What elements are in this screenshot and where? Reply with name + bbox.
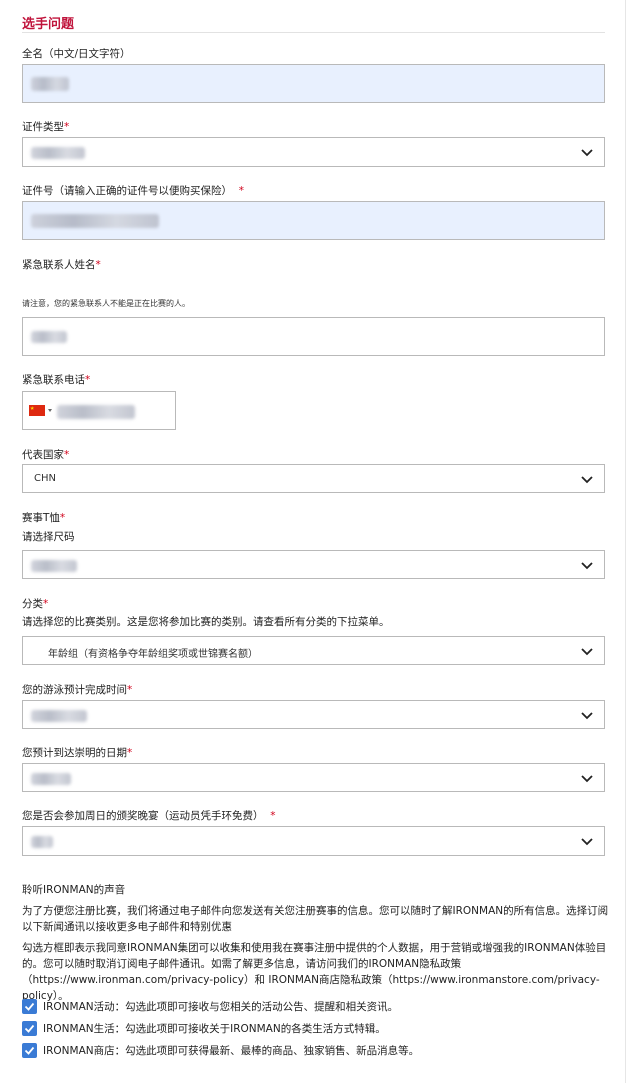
checkbox-checked[interactable] [22,999,37,1014]
newsletter-life-option[interactable]: IRONMAN生活：勾选此项即可接收关于IRONMAN的各类生活方式特辑。 [22,1019,612,1037]
arrival-date-select[interactable] [22,763,605,792]
checkbox-label: IRONMAN活动：勾选此项即可接收与您相关的活动公告、提醒和相关资讯。 [43,1001,399,1013]
category-value: 年龄组（有资格争夺年龄组奖项或世锦赛名额） [48,649,258,660]
checkmark-icon [24,1002,35,1011]
banquet-select[interactable] [22,826,605,856]
country-label: 代表国家* [22,449,70,461]
chevron-down-icon [581,476,593,484]
chevron-down-icon [581,712,593,720]
redacted-value [31,560,77,572]
id-type-select[interactable] [22,137,605,167]
checkbox-label: IRONMAN商店：勾选此项即可获得最新、最棒的商品、独家销售、新品消息等。 [43,1045,420,1057]
checkbox-checked[interactable] [22,1021,37,1036]
redacted-value [31,710,87,722]
tshirt-select[interactable] [22,550,605,579]
id-number-input[interactable] [22,201,605,240]
chevron-down-icon [581,775,593,783]
redacted-value [31,147,85,159]
redacted-value [31,77,69,91]
checkbox-label: IRONMAN生活：勾选此项即可接收关于IRONMAN的各类生活方式特辑。 [43,1023,386,1035]
category-label: 分类* [22,598,49,610]
redacted-value [31,773,71,785]
emergency-name-label: 紧急联系人姓名* [22,259,101,271]
tshirt-label: 赛事T恤* [22,512,66,524]
emergency-note: 请注意，您的紧急联系人不能是正在比赛的人。 [22,299,190,308]
category-help: 请选择您的比赛类别。这是您将参加比赛的类别。请查看所有分类的下拉菜单。 [22,616,390,628]
caret-down-icon[interactable] [48,409,52,412]
newsletter-events-option[interactable]: IRONMAN活动：勾选此项即可接收与您相关的活动公告、提醒和相关资讯。 [22,997,612,1015]
section-title: 选手问题 [22,17,75,32]
redacted-value [31,331,67,343]
country-value: CHN [34,473,56,484]
ironman-voice-title: 聆听IRONMAN的声音 [22,884,126,896]
redacted-value [57,405,135,419]
emergency-phone-input[interactable] [22,391,176,430]
chevron-down-icon [581,149,593,157]
arrival-date-label: 您预计到达崇明的日期* [22,747,133,759]
id-type-label: 证件类型* [22,121,70,133]
tshirt-help: 请选择尺码 [22,531,75,543]
china-flag-icon[interactable] [29,405,45,416]
emergency-phone-label: 紧急联系电话* [22,374,91,386]
ironman-voice-paragraph-1: 为了方便您注册比赛，我们将通过电子邮件向您发送有关您注册赛事的信息。您可以随时了… [22,905,609,933]
newsletter-store-option[interactable]: IRONMAN商店：勾选此项即可获得最新、最棒的商品、独家销售、新品消息等。 [22,1041,612,1059]
swim-time-label: 您的游泳预计完成时间* [22,684,133,696]
country-select[interactable]: CHN [22,464,605,493]
checkmark-icon [24,1046,35,1055]
swim-time-select[interactable] [22,700,605,729]
checkmark-icon [24,1024,35,1033]
redacted-value [31,836,53,848]
chevron-down-icon [581,838,593,846]
checkbox-checked[interactable] [22,1043,37,1058]
chevron-down-icon [581,562,593,570]
ironman-voice-paragraph-2: 勾选方框即表示我同意IRONMAN集团可以收集和使用我在赛事注册中提供的个人数据… [22,942,607,1002]
banquet-label: 您是否会参加周日的颁奖晚宴（运动员凭手环免费） * [22,810,276,822]
full-name-input[interactable] [22,64,605,103]
chevron-down-icon [581,648,593,656]
category-select[interactable]: 年龄组（有资格争夺年龄组奖项或世锦赛名额） [22,636,605,665]
page-right-border [625,0,626,1083]
emergency-name-input[interactable] [22,317,605,356]
section-divider [22,32,605,33]
id-number-label: 证件号（请输入正确的证件号以便购买保险） * [22,185,244,197]
redacted-value [31,214,159,228]
full-name-label: 全名（中文/日文字符） [22,48,131,60]
